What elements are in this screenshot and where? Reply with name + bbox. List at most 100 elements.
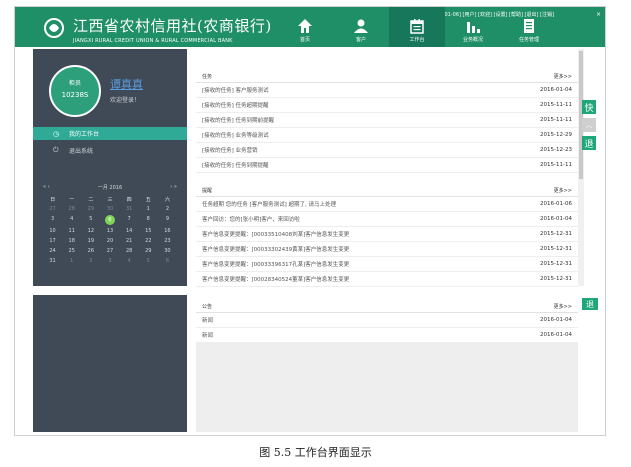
list-item-text[interactable]: [接收的任务] 任务超期提醒 <box>202 101 269 109</box>
list-item[interactable]: 客户信息变更提醒：[00033396317孔某]客户信息发生变更 2015-12-… <box>196 257 578 272</box>
list-item-text[interactable]: 客户信息变更提醒：[00033396317孔某]客户信息发生变更 <box>202 260 349 268</box>
list-item-text[interactable]: 客户信息变更提醒：[00033510408刘某]客户信息发生变更 <box>202 230 349 238</box>
list-item-text[interactable]: [接收的任务] 业务等级测试 <box>202 131 269 139</box>
calendar-day[interactable]: 6 <box>158 257 177 265</box>
exit-button[interactable]: 退 <box>582 136 596 150</box>
vertical-scrollbar[interactable] <box>578 49 584 286</box>
calendar-day[interactable]: 11 <box>62 227 81 235</box>
calendar-day[interactable]: 3 <box>43 215 62 223</box>
list-item[interactable]: 客户信息变更提醒：[00033510408刘某]客户信息发生变更 2015-12-… <box>196 227 578 242</box>
calendar-day[interactable]: 1 <box>62 257 81 265</box>
close-icon[interactable]: × <box>596 11 601 18</box>
calendar-weekday: 三 <box>107 196 113 203</box>
calendar-day[interactable]: 13 <box>100 227 119 235</box>
calendar-day[interactable]: 19 <box>81 237 100 245</box>
calendar-day[interactable]: 31 <box>120 205 139 213</box>
reminders-header: 提醒 更多>> <box>196 184 578 197</box>
notices-more-link[interactable]: 更多>> <box>554 303 572 310</box>
list-item[interactable]: [接收的任务] 客户服务测试 2016-01-04 <box>196 83 578 98</box>
list-item[interactable]: 任务超期 您的任务 [客户服务测试] 超期了, 请马上处理 2016-01-06 <box>196 197 578 212</box>
exit-button-lower[interactable]: 退 <box>582 298 598 310</box>
calendar-day[interactable]: 31 <box>43 257 62 265</box>
tasks-more-link[interactable]: 更多>> <box>554 73 572 80</box>
calendar-day[interactable]: 22 <box>139 237 158 245</box>
list-item-date: 2016-01-04 <box>540 87 572 93</box>
calendar-day[interactable]: 24 <box>43 247 62 255</box>
list-item[interactable]: 客户回访：您的[张小明]客户，来回访啦 2016-01-04 <box>196 212 578 227</box>
list-item[interactable]: [接收的任务] 任务超期提醒 2015-11-11 <box>196 98 578 113</box>
calendar-day[interactable]: 15 <box>139 227 158 235</box>
calendar-day[interactable]: 12 <box>81 227 100 235</box>
calendar-next-button[interactable]: › » <box>170 184 177 191</box>
calendar-prev-button[interactable]: « ‹ <box>43 184 50 191</box>
list-item-text[interactable]: 客户回访：您的[张小明]客户，来回访啦 <box>202 215 300 223</box>
calendar-day[interactable]: 5 <box>81 215 100 223</box>
calendar-day[interactable]: 26 <box>81 247 100 255</box>
nav-label: 客户 <box>355 37 366 43</box>
list-item[interactable]: 新闻 2016-01-04 <box>196 328 578 343</box>
calendar-day[interactable]: 9 <box>158 215 177 223</box>
sidebar-item-logout[interactable]: ⏻ 退出系统 <box>33 144 187 157</box>
calendar-day[interactable]: 20 <box>100 237 119 245</box>
back-to-top-button[interactable]: ︿ <box>582 118 596 132</box>
list-item[interactable]: [接收的任务] 任务到期提醒 2015-11-11 <box>196 158 578 173</box>
list-item-text[interactable]: 新闻 <box>202 316 213 324</box>
scrollbar-thumb[interactable] <box>579 51 583 179</box>
reminders-more-link[interactable]: 更多>> <box>554 187 572 194</box>
list-item-text[interactable]: [接收的任务] 任务到期提醒 <box>202 161 269 169</box>
calendar-day[interactable]: 2 <box>158 205 177 213</box>
calendar-day[interactable]: 29 <box>81 205 100 213</box>
nav-label: 业务概况 <box>462 37 483 43</box>
list-item-text[interactable]: 任务超期 您的任务 [客户服务测试] 超期了, 请马上处理 <box>202 200 336 208</box>
calendar-day[interactable]: 6 <box>104 215 115 225</box>
nav-home[interactable]: 首页 <box>277 7 333 47</box>
calendar-day[interactable]: 8 <box>139 215 158 223</box>
calendar-day[interactable]: 2 <box>81 257 100 265</box>
nav-business-overview[interactable]: 业务概况 <box>445 7 501 47</box>
calendar-day[interactable]: 28 <box>120 247 139 255</box>
calendar-day[interactable]: 16 <box>158 227 177 235</box>
list-item-text[interactable]: [接收的任务] 客户服务测试 <box>202 86 269 94</box>
calendar-day[interactable]: 3 <box>100 257 119 265</box>
logout-icon: ⏻ <box>53 146 59 154</box>
sidebar-item-my-workbench[interactable]: ◷ 我的工作台 <box>33 127 187 140</box>
nav-workbench[interactable]: 工作台 <box>389 7 445 47</box>
calendar-day[interactable]: 14 <box>120 227 139 235</box>
reminders-title: 提醒 <box>202 187 213 194</box>
calendar-day[interactable]: 29 <box>139 247 158 255</box>
calendar-day[interactable]: 27 <box>100 247 119 255</box>
quick-button[interactable]: 快 <box>582 100 596 114</box>
calendar-weekday: 二 <box>88 196 94 203</box>
calendar-day[interactable]: 5 <box>139 257 158 265</box>
nav-customer[interactable]: 客户 <box>333 7 389 47</box>
list-item[interactable]: [接收的任务] 任务到期前提醒 2015-11-11 <box>196 113 578 128</box>
list-item-date: 2016-01-06 <box>540 201 572 207</box>
list-item[interactable]: 客户信息变更提醒：[00028340524董某]客户信息发生变更 2015-12-… <box>196 272 578 287</box>
list-item[interactable]: [接收的任务] 业务营销 2015-12-23 <box>196 143 578 158</box>
calendar-day[interactable]: 17 <box>43 237 62 245</box>
calendar-day[interactable]: 21 <box>120 237 139 245</box>
calendar-day[interactable]: 25 <box>62 247 81 255</box>
nav-task-management[interactable]: 任务管理 <box>501 7 557 47</box>
list-item[interactable]: 新闻 2016-01-04 <box>196 313 578 328</box>
list-item-text[interactable]: 客户信息变更提醒：[00033302439黄某]客户信息发生变更 <box>202 245 349 253</box>
calendar-day[interactable]: 10 <box>43 227 62 235</box>
list-item-text[interactable]: 新闻 <box>202 331 213 339</box>
calendar-day[interactable]: 4 <box>62 215 81 223</box>
list-item[interactable]: 客户信息变更提醒：[00033302439黄某]客户信息发生变更 2015-12-… <box>196 242 578 257</box>
list-item-text[interactable]: 客户信息变更提醒：[00028340524董某]客户信息发生变更 <box>202 275 349 283</box>
list-item[interactable]: [接收的任务] 业务等级测试 2015-12-29 <box>196 128 578 143</box>
calendar-day[interactable]: 27 <box>43 205 62 213</box>
calendar-day[interactable]: 30 <box>158 247 177 255</box>
list-item-text[interactable]: [接收的任务] 任务到期前提醒 <box>202 116 274 124</box>
calendar-day[interactable]: 23 <box>158 237 177 245</box>
calendar-day[interactable]: 7 <box>120 215 139 223</box>
calendar-day[interactable]: 18 <box>62 237 81 245</box>
calendar-day[interactable]: 28 <box>62 205 81 213</box>
user-name-link[interactable]: 谭真真 <box>110 76 143 92</box>
calendar-day[interactable]: 4 <box>120 257 139 265</box>
list-item-text[interactable]: [接收的任务] 业务营销 <box>202 146 258 154</box>
calendar-day[interactable]: 30 <box>100 205 119 213</box>
calendar-day[interactable]: 1 <box>139 205 158 213</box>
sidebar-lower <box>33 295 187 432</box>
